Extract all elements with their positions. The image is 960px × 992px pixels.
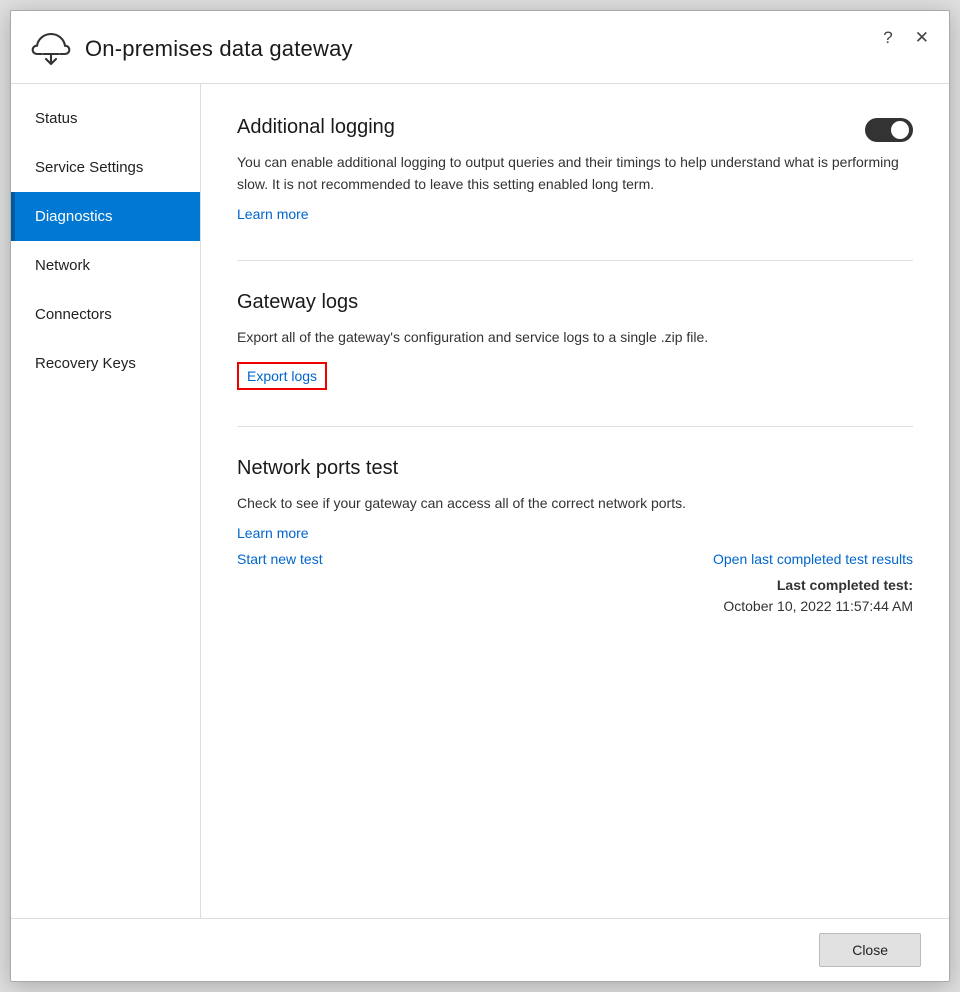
additional-logging-desc: You can enable additional logging to out… [237,151,913,196]
start-new-test-link[interactable]: Start new test [237,551,323,567]
help-button[interactable]: ? [879,27,896,48]
divider-2 [237,426,913,427]
ports-links-row: Start new test Open last completed test … [237,551,913,567]
app-title: On-premises data gateway [85,36,353,62]
additional-logging-learn-more[interactable]: Learn more [237,206,309,222]
additional-logging-title: Additional logging [237,116,845,139]
gateway-logs-desc: Export all of the gateway's configuratio… [237,326,913,348]
network-ports-desc: Check to see if your gateway can access … [237,492,913,514]
last-completed-date: October 10, 2022 11:57:44 AM [723,598,913,614]
additional-logging-section: Additional logging You can enable additi… [237,116,913,224]
window-controls: ? ✕ [879,27,933,48]
sidebar-item-network[interactable]: Network [11,241,200,290]
open-last-results-link[interactable]: Open last completed test results [713,551,913,567]
app-window: On-premises data gateway ? ✕ Status Serv… [10,10,950,982]
last-completed-label: Last completed test: October 10, 2022 11… [237,575,913,617]
last-completed-area: Last completed test: October 10, 2022 11… [237,575,913,617]
network-ports-title: Network ports test [237,457,913,480]
network-ports-learn-more[interactable]: Learn more [237,525,309,541]
last-completed-label-text: Last completed test: [777,577,913,593]
sidebar: Status Service Settings Diagnostics Netw… [11,84,201,918]
export-logs-link[interactable]: Export logs [237,362,327,390]
sidebar-item-connectors[interactable]: Connectors [11,290,200,339]
content-area: Additional logging You can enable additi… [201,84,949,918]
sidebar-item-diagnostics[interactable]: Diagnostics [11,192,200,241]
sidebar-item-status[interactable]: Status [11,94,200,143]
sidebar-item-service-settings[interactable]: Service Settings [11,143,200,192]
divider-1 [237,260,913,261]
network-ports-section: Network ports test Check to see if your … [237,457,913,616]
close-button[interactable]: Close [819,933,921,967]
additional-logging-header: Additional logging [237,116,913,151]
gateway-logs-title: Gateway logs [237,291,913,314]
sidebar-item-recovery-keys[interactable]: Recovery Keys [11,339,200,388]
main-area: Status Service Settings Diagnostics Netw… [11,84,949,918]
title-bar: On-premises data gateway ? ✕ [11,11,949,84]
close-window-button[interactable]: ✕ [911,27,933,48]
gateway-icon [31,29,71,69]
additional-logging-toggle[interactable] [865,118,913,142]
gateway-logs-section: Gateway logs Export all of the gateway's… [237,291,913,390]
additional-logging-title-area: Additional logging [237,116,845,151]
